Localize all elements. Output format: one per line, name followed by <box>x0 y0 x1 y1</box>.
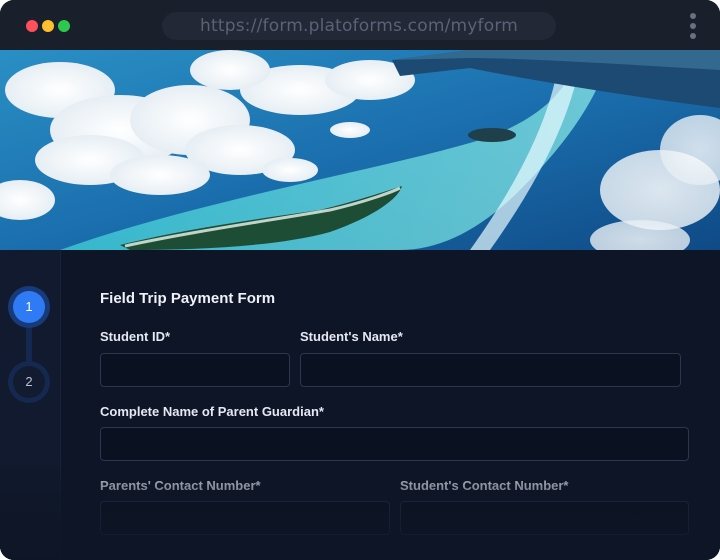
browser-toolbar: https://form.platoforms.com/myform <box>0 0 720 50</box>
form-title: Field Trip Payment Form <box>100 290 276 307</box>
parents-contact-input[interactable] <box>100 501 390 535</box>
step-2-number: 2 <box>13 366 45 398</box>
aerial-island-image <box>0 50 720 250</box>
minimize-window-button[interactable] <box>42 20 54 32</box>
browser-window: https://form.platoforms.com/myform 1 2 F… <box>0 0 720 560</box>
hero-banner-image <box>0 50 720 250</box>
student-id-label: Student ID* <box>100 329 171 344</box>
parents-contact-label: Parents' Contact Number* <box>100 478 261 493</box>
step-connector <box>26 326 32 364</box>
step-progress: 1 2 <box>0 250 61 560</box>
address-bar[interactable]: https://form.platoforms.com/myform <box>162 12 556 40</box>
students-contact-input[interactable] <box>400 501 689 535</box>
student-id-input[interactable] <box>100 353 290 387</box>
student-name-label: Student's Name* <box>300 329 403 344</box>
step-2-indicator[interactable]: 2 <box>8 361 50 403</box>
maximize-window-button[interactable] <box>58 20 70 32</box>
parent-guardian-input[interactable] <box>100 427 689 461</box>
student-name-input[interactable] <box>300 353 681 387</box>
more-options-icon[interactable] <box>688 12 698 40</box>
step-1-indicator[interactable]: 1 <box>8 286 50 328</box>
close-window-button[interactable] <box>26 20 38 32</box>
step-1-number: 1 <box>13 291 45 323</box>
parent-guardian-label: Complete Name of Parent Guardian* <box>100 404 324 419</box>
form-area: 1 2 Field Trip Payment Form Student ID* … <box>0 250 720 560</box>
students-contact-label: Student's Contact Number* <box>400 478 569 493</box>
